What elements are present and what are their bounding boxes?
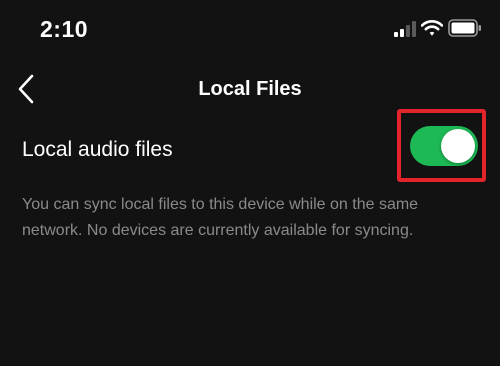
page-title: Local Files <box>198 78 302 100</box>
status-time: 2:10 <box>40 16 89 42</box>
battery-icon <box>448 19 481 37</box>
setting-description: You can sync local files to this device … <box>22 196 419 239</box>
wifi-icon <box>421 20 443 36</box>
nav-bar: Local Files <box>0 62 500 116</box>
status-bar: 2:10 <box>0 0 500 62</box>
signal-icon <box>394 21 416 37</box>
toggle-knob <box>441 129 475 163</box>
setting-row-local-audio-files: Local audio files <box>0 109 500 186</box>
setting-label: Local audio files <box>22 138 173 161</box>
local-audio-files-toggle[interactable] <box>410 126 478 166</box>
